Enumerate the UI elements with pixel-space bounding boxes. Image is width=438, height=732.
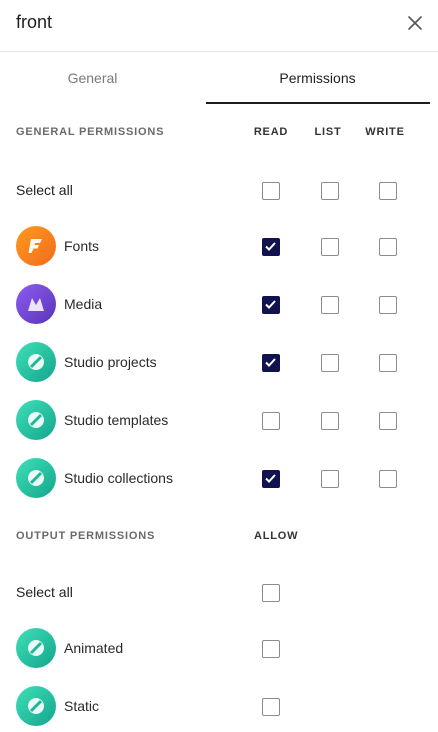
media-write-checkbox[interactable] [379, 296, 397, 314]
output-select-all-label: Select all [16, 584, 73, 600]
fonts-read-checkbox[interactable] [262, 238, 280, 256]
studio-collections-list-checkbox[interactable] [321, 470, 339, 488]
row-label-studio-collections: Studio collections [64, 470, 173, 486]
active-tab-indicator [206, 102, 430, 104]
studio-collections-read-checkbox[interactable] [262, 470, 280, 488]
tab-bar: General Permissions [0, 52, 438, 104]
output-permissions-heading: OUTPUT PERMISSIONS [16, 530, 156, 542]
row-label-studio-projects: Studio projects [64, 354, 157, 370]
check-icon [265, 474, 276, 483]
media-list-checkbox[interactable] [321, 296, 339, 314]
general-select-all-label: Select all [16, 182, 73, 198]
close-icon[interactable] [406, 14, 424, 32]
select-all-allow-checkbox[interactable] [262, 584, 280, 602]
media-read-checkbox[interactable] [262, 296, 280, 314]
check-icon [265, 242, 276, 251]
check-icon [265, 300, 276, 309]
row-label-studio-templates: Studio templates [64, 412, 169, 428]
select-all-read-checkbox[interactable] [262, 182, 280, 200]
general-permissions-heading: GENERAL PERMISSIONS [16, 126, 165, 138]
tab-general[interactable]: General [0, 52, 202, 104]
check-icon [265, 358, 276, 367]
select-all-write-checkbox[interactable] [379, 182, 397, 200]
studio-app-icon [16, 400, 56, 440]
column-allow: ALLOW [254, 530, 299, 542]
fonts-list-checkbox[interactable] [321, 238, 339, 256]
studio-app-icon [16, 628, 56, 668]
static-allow-checkbox[interactable] [262, 698, 280, 716]
row-label-fonts: Fonts [64, 238, 100, 254]
studio-app-icon [16, 458, 56, 498]
studio-projects-list-checkbox[interactable] [321, 354, 339, 372]
studio-app-icon [16, 686, 56, 726]
fonts-write-checkbox[interactable] [379, 238, 397, 256]
row-label-static: Static [64, 698, 100, 714]
studio-collections-write-checkbox[interactable] [379, 470, 397, 488]
column-list: LIST [314, 126, 342, 138]
dialog-header: front [0, 0, 438, 52]
studio-templates-write-checkbox[interactable] [379, 412, 397, 430]
row-label-media: Media [64, 296, 103, 312]
studio-templates-read-checkbox[interactable] [262, 412, 280, 430]
fonts-app-icon [16, 226, 56, 266]
column-write: WRITE [365, 126, 405, 138]
studio-templates-list-checkbox[interactable] [321, 412, 339, 430]
studio-app-icon [16, 342, 56, 382]
studio-projects-write-checkbox[interactable] [379, 354, 397, 372]
media-app-icon [16, 284, 56, 324]
tab-permissions[interactable]: Permissions [208, 52, 427, 104]
studio-projects-read-checkbox[interactable] [262, 354, 280, 372]
dialog-title: front [16, 12, 53, 32]
column-read: READ [253, 126, 289, 138]
select-all-list-checkbox[interactable] [321, 182, 339, 200]
animated-allow-checkbox[interactable] [262, 640, 280, 658]
row-label-animated: Animated [64, 640, 124, 656]
